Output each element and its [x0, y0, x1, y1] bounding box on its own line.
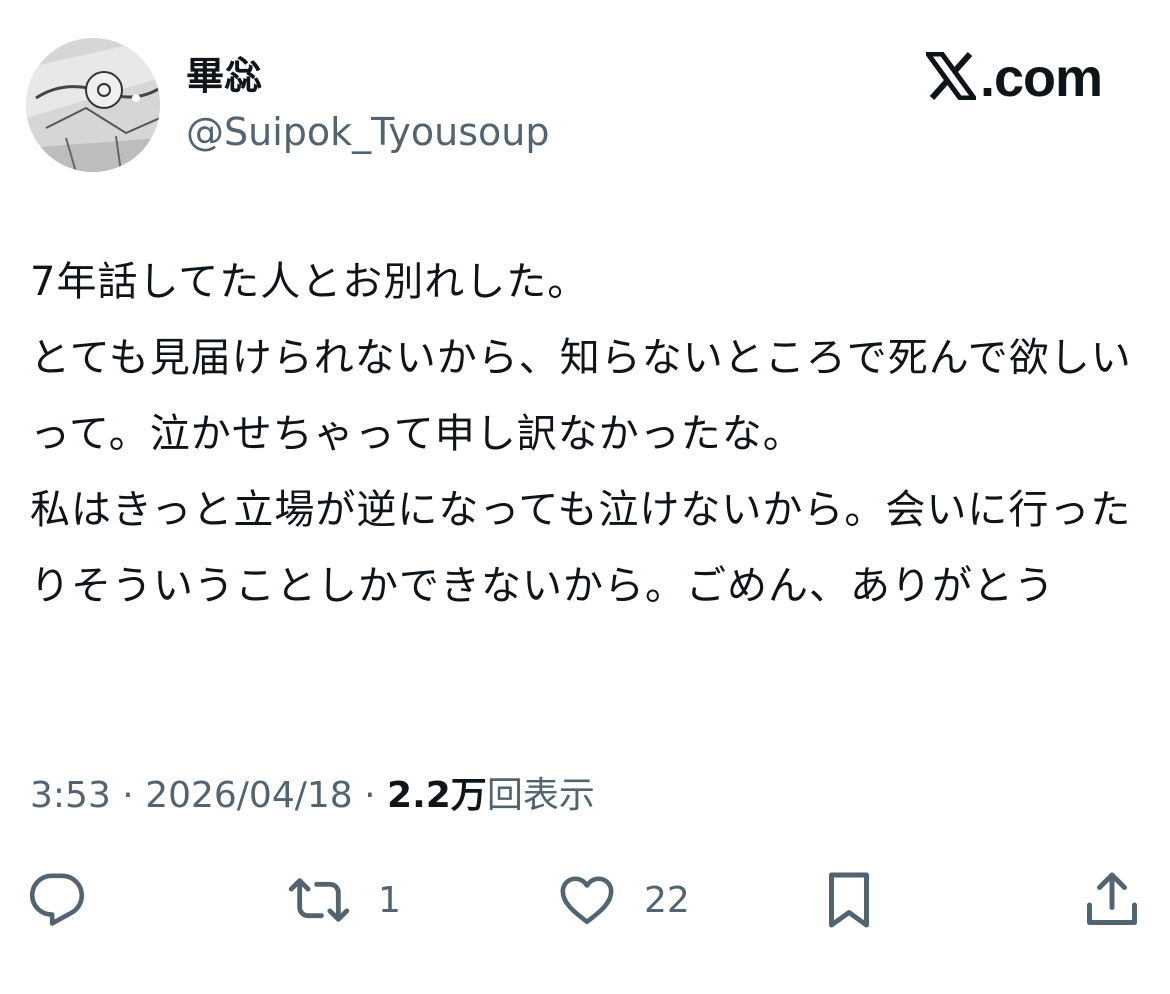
meta-separator: ·: [352, 775, 388, 816]
post-text: 7年話してた人とお別れした。 とても見届けられないから、知らないところで死んで欲…: [30, 259, 1132, 609]
reply-icon: [28, 871, 86, 929]
reply-button[interactable]: [28, 865, 86, 935]
bookmark-icon: [822, 870, 876, 930]
like-count: 22: [644, 879, 690, 921]
share-icon: [1084, 870, 1140, 930]
x-logo-icon: [923, 51, 979, 104]
share-button[interactable]: [1084, 865, 1140, 935]
brand-watermark: .com: [923, 46, 1103, 110]
author-display-name[interactable]: 畢惢: [186, 52, 262, 100]
like-button[interactable]: 22: [556, 865, 690, 935]
avatar[interactable]: [26, 38, 160, 172]
views-label: 回表示: [486, 775, 595, 816]
meta-separator: ·: [110, 775, 146, 816]
heart-icon: [556, 871, 618, 929]
post-meta: 3:53 · 2026/04/18 · 2.2万回表示: [30, 770, 595, 822]
repost-count: 1: [378, 879, 401, 921]
views-count: 2.2万: [387, 775, 487, 816]
brand-text: .com: [979, 48, 1103, 108]
post-date[interactable]: 2026/04/18: [145, 775, 353, 816]
post-time[interactable]: 3:53: [30, 775, 111, 816]
repost-button[interactable]: 1: [286, 865, 401, 935]
bookmark-button[interactable]: [822, 865, 876, 935]
author-handle[interactable]: @Suipok_Tyousoup: [186, 108, 550, 156]
action-bar: 1 22: [0, 865, 1170, 935]
repost-icon: [286, 871, 352, 929]
